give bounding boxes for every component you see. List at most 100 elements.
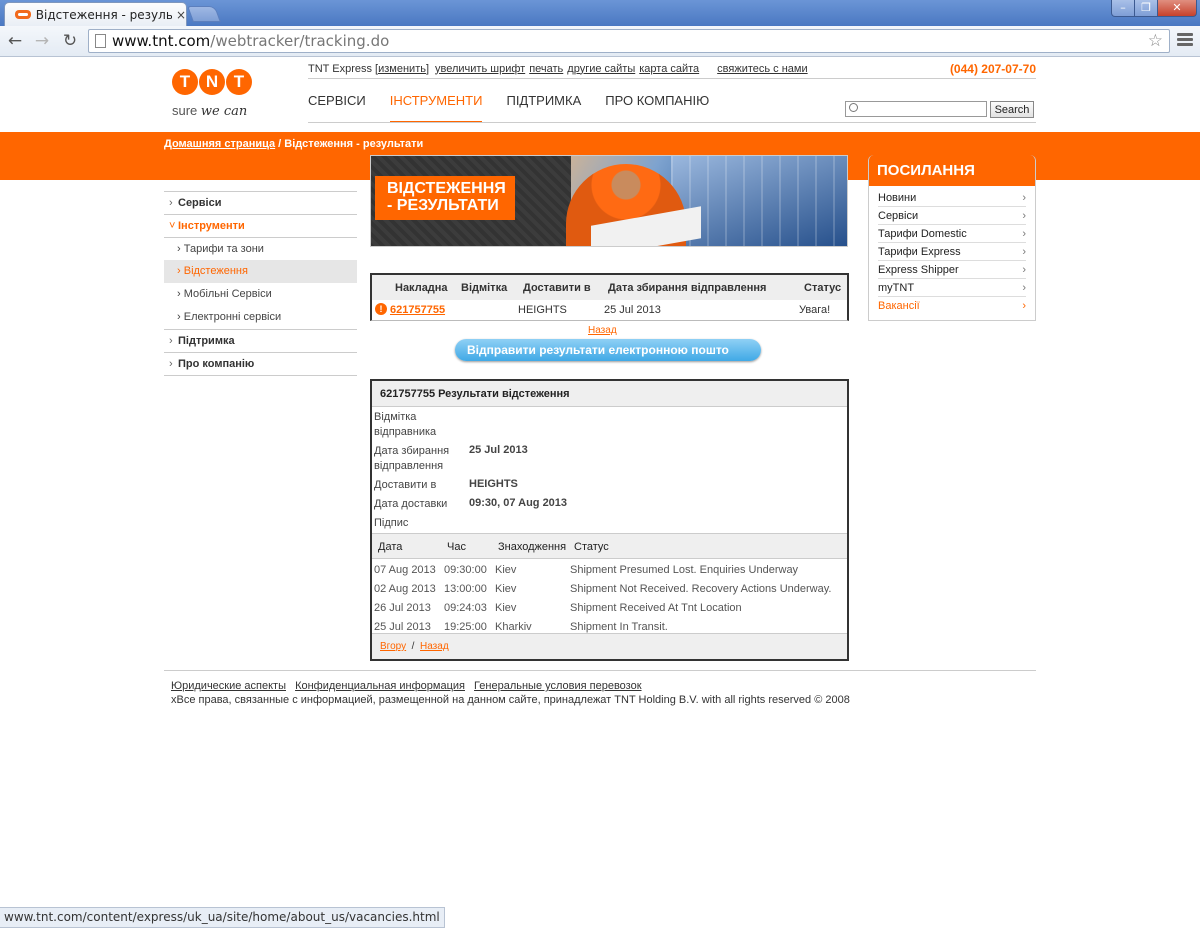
window-maximize-button[interactable]: ❐ (1134, 0, 1158, 17)
page-icon (95, 34, 106, 48)
warning-icon: ! (375, 303, 387, 315)
tracking-detail-box: 621757755 Результати відстеження Відмітк… (370, 379, 849, 661)
web-page: T N T sure we can TNT Express [изменить]… (0, 57, 1200, 907)
detail-row-signature: Підпис (374, 517, 409, 529)
window-close-button[interactable]: ✕ (1157, 0, 1197, 17)
nav-support[interactable]: ПІДТРИМКА (506, 93, 581, 123)
change-link[interactable]: [изменить] (375, 63, 429, 75)
destination-cell: HEIGHTS (518, 304, 567, 316)
back-arrow-icon[interactable]: ← (4, 30, 26, 52)
terms-link[interactable]: Генеральные условия перевозок (474, 680, 641, 692)
link-mytnt[interactable]: myTNT › (878, 279, 1026, 297)
detail-row-destination: Доставити в HEIGHTS (374, 478, 518, 491)
search-button[interactable]: Search (990, 101, 1034, 118)
leftnav-tools[interactable]: ˅ Інструменти (164, 214, 357, 237)
browser-menu-icon[interactable] (1177, 31, 1193, 51)
legal-link[interactable]: Юридические аспекты (171, 680, 286, 692)
summary-header: Накладна Відмітка Доставити в Дата збира… (372, 275, 847, 300)
chevron-down-icon: ˅ (169, 220, 176, 232)
logo-slogan: sure we can (172, 103, 248, 119)
nav-services[interactable]: СЕРВІСИ (308, 93, 366, 123)
tnt-logo[interactable]: T N T sure we can (172, 69, 257, 131)
footer-divider (164, 670, 1036, 671)
left-nav: › Сервіси ˅ Інструменти › Тарифи та зони ›… (164, 191, 357, 376)
col-consignment: Накладна (395, 282, 448, 294)
status-bar-url: www.tnt.com/content/express/uk_ua/site/h… (0, 907, 445, 928)
nav-about[interactable]: ПРО КОМПАНІЮ (605, 93, 709, 123)
contact-link[interactable]: свяжитесь с нами (717, 63, 807, 75)
consignment-link[interactable]: 621757755 (390, 304, 445, 316)
brand-label: TNT Express [изменить] (308, 62, 430, 75)
leftnav-sub-tracking[interactable]: › Відстеження (164, 260, 357, 283)
print-link[interactable]: печать (529, 63, 563, 75)
leftnav-sub-tariffs[interactable]: › Тарифи та зони (164, 237, 357, 260)
sitemap-link[interactable]: карта сайта (639, 63, 699, 75)
chevron-right-icon: › (169, 197, 173, 209)
link-tariffs-domestic[interactable]: Тарифи Domestic › (878, 225, 1026, 243)
chevron-right-icon: › (1022, 192, 1026, 204)
tnt-favicon-icon (15, 10, 31, 19)
forward-arrow-icon[interactable]: → (31, 30, 53, 52)
tab-title: Відстеження - резуль (35, 7, 172, 22)
links-box-title: ПОСИЛАННЯ (869, 155, 1035, 186)
nav-tools[interactable]: ІНСТРУМЕНТИ (389, 93, 483, 123)
col-status: Статус (804, 282, 842, 294)
col-destination: Доставити в (523, 282, 591, 294)
window-minimize-button[interactable]: – (1111, 0, 1135, 17)
new-tab-button[interactable] (187, 6, 221, 22)
logo-letter: T (226, 69, 252, 95)
breadcrumb-home-link[interactable]: Домашняя страница (164, 138, 275, 150)
chevron-right-icon: › (1022, 300, 1026, 312)
table-row: ! 621757755 HEIGHTS 25 Jul 2013 Увага! (372, 300, 847, 321)
browser-toolbar: ← → ↻ www.tnt.com /webtracker/tracking.d… (0, 26, 1200, 57)
logo-letter: T (172, 69, 198, 95)
event-row: 07 Aug 2013 09:30:00 Kiev Shipment Presumed… (374, 564, 799, 576)
search-icon (849, 103, 858, 112)
tracking-banner: ВІДСТЕЖЕННЯ - РЕЗУЛЬТАТИ (370, 155, 848, 247)
banner-title: ВІДСТЕЖЕННЯ - РЕЗУЛЬТАТИ (375, 176, 515, 220)
phone-number: (044) 207-07-70 (949, 61, 1036, 76)
detail-footer: Вгору / Назад (372, 633, 847, 659)
link-tariffs-express[interactable]: Тарифи Express › (878, 243, 1026, 261)
browser-tab[interactable]: Відстеження - резуль × (4, 2, 187, 26)
chevron-right-icon: › (1022, 228, 1026, 240)
chevron-right-icon: › (1022, 282, 1026, 294)
chevron-right-icon: › (1022, 246, 1026, 258)
link-vacancies[interactable]: Вакансії › (878, 297, 1026, 315)
other-sites-link[interactable]: другие сайты (567, 63, 635, 75)
search-input[interactable] (845, 101, 987, 117)
leftnav-about[interactable]: › Про компанію (164, 352, 357, 375)
url-path: /webtracker/tracking.do (210, 32, 390, 50)
results-summary-table: Накладна Відмітка Доставити в Дата збира… (370, 273, 849, 321)
links-box: ПОСИЛАННЯ Новини › Сервіси › Тарифи Domest… (868, 155, 1036, 321)
chevron-right-icon: › (1022, 210, 1026, 222)
link-express-shipper[interactable]: Express Shipper › (878, 261, 1026, 279)
footer-links: Юридические аспекты Конфиденциальная инф… (171, 680, 648, 692)
leftnav-sub-eservices[interactable]: › Електронні сервіси (164, 306, 357, 329)
col-collection-date: Дата збирання відправлення (608, 282, 767, 294)
leftnav-sub-mobile[interactable]: › Мобільні Сервіси (164, 283, 357, 306)
privacy-link[interactable]: Конфиденциальная информация (295, 680, 465, 692)
breadcrumb: Домашняя страница / Відстеження - резуль… (164, 138, 424, 150)
detail-row-reference: Відмітка відправника (374, 411, 437, 438)
link-services[interactable]: Сервіси › (878, 207, 1026, 225)
reload-icon[interactable]: ↻ (59, 30, 81, 52)
breadcrumb-current: Відстеження - результати (284, 138, 424, 150)
email-results-button[interactable]: Відправити результати електронною пошто (455, 339, 761, 361)
bookmark-star-icon[interactable]: ☆ (1148, 31, 1163, 51)
date-cell: 25 Jul 2013 (604, 304, 661, 316)
increase-font-link[interactable]: увеличить шрифт (435, 63, 525, 75)
detail-row-delivery-date: Дата доставки 09:30, 07 Aug 2013 (374, 497, 568, 510)
back-link[interactable]: Назад (420, 641, 449, 652)
address-bar[interactable]: www.tnt.com /webtracker/tracking.do ☆ (88, 29, 1170, 53)
leftnav-services[interactable]: › Сервіси (164, 191, 357, 214)
detail-row-collection-date: Дата збирання відправлення 25 Jul 2013 (374, 444, 528, 472)
up-link[interactable]: Вгору (380, 641, 406, 652)
link-news[interactable]: Новини › (878, 189, 1026, 207)
leftnav-support[interactable]: › Підтримка (164, 329, 357, 352)
logo-letter: N (199, 69, 225, 95)
back-link[interactable]: Назад (588, 325, 617, 336)
tab-close-icon[interactable]: × (176, 8, 186, 22)
browser-titlebar: Відстеження - резуль × – ❐ ✕ (0, 0, 1200, 26)
event-row: 26 Jul 2013 09:24:03 Kiev Shipment Received… (374, 602, 742, 614)
